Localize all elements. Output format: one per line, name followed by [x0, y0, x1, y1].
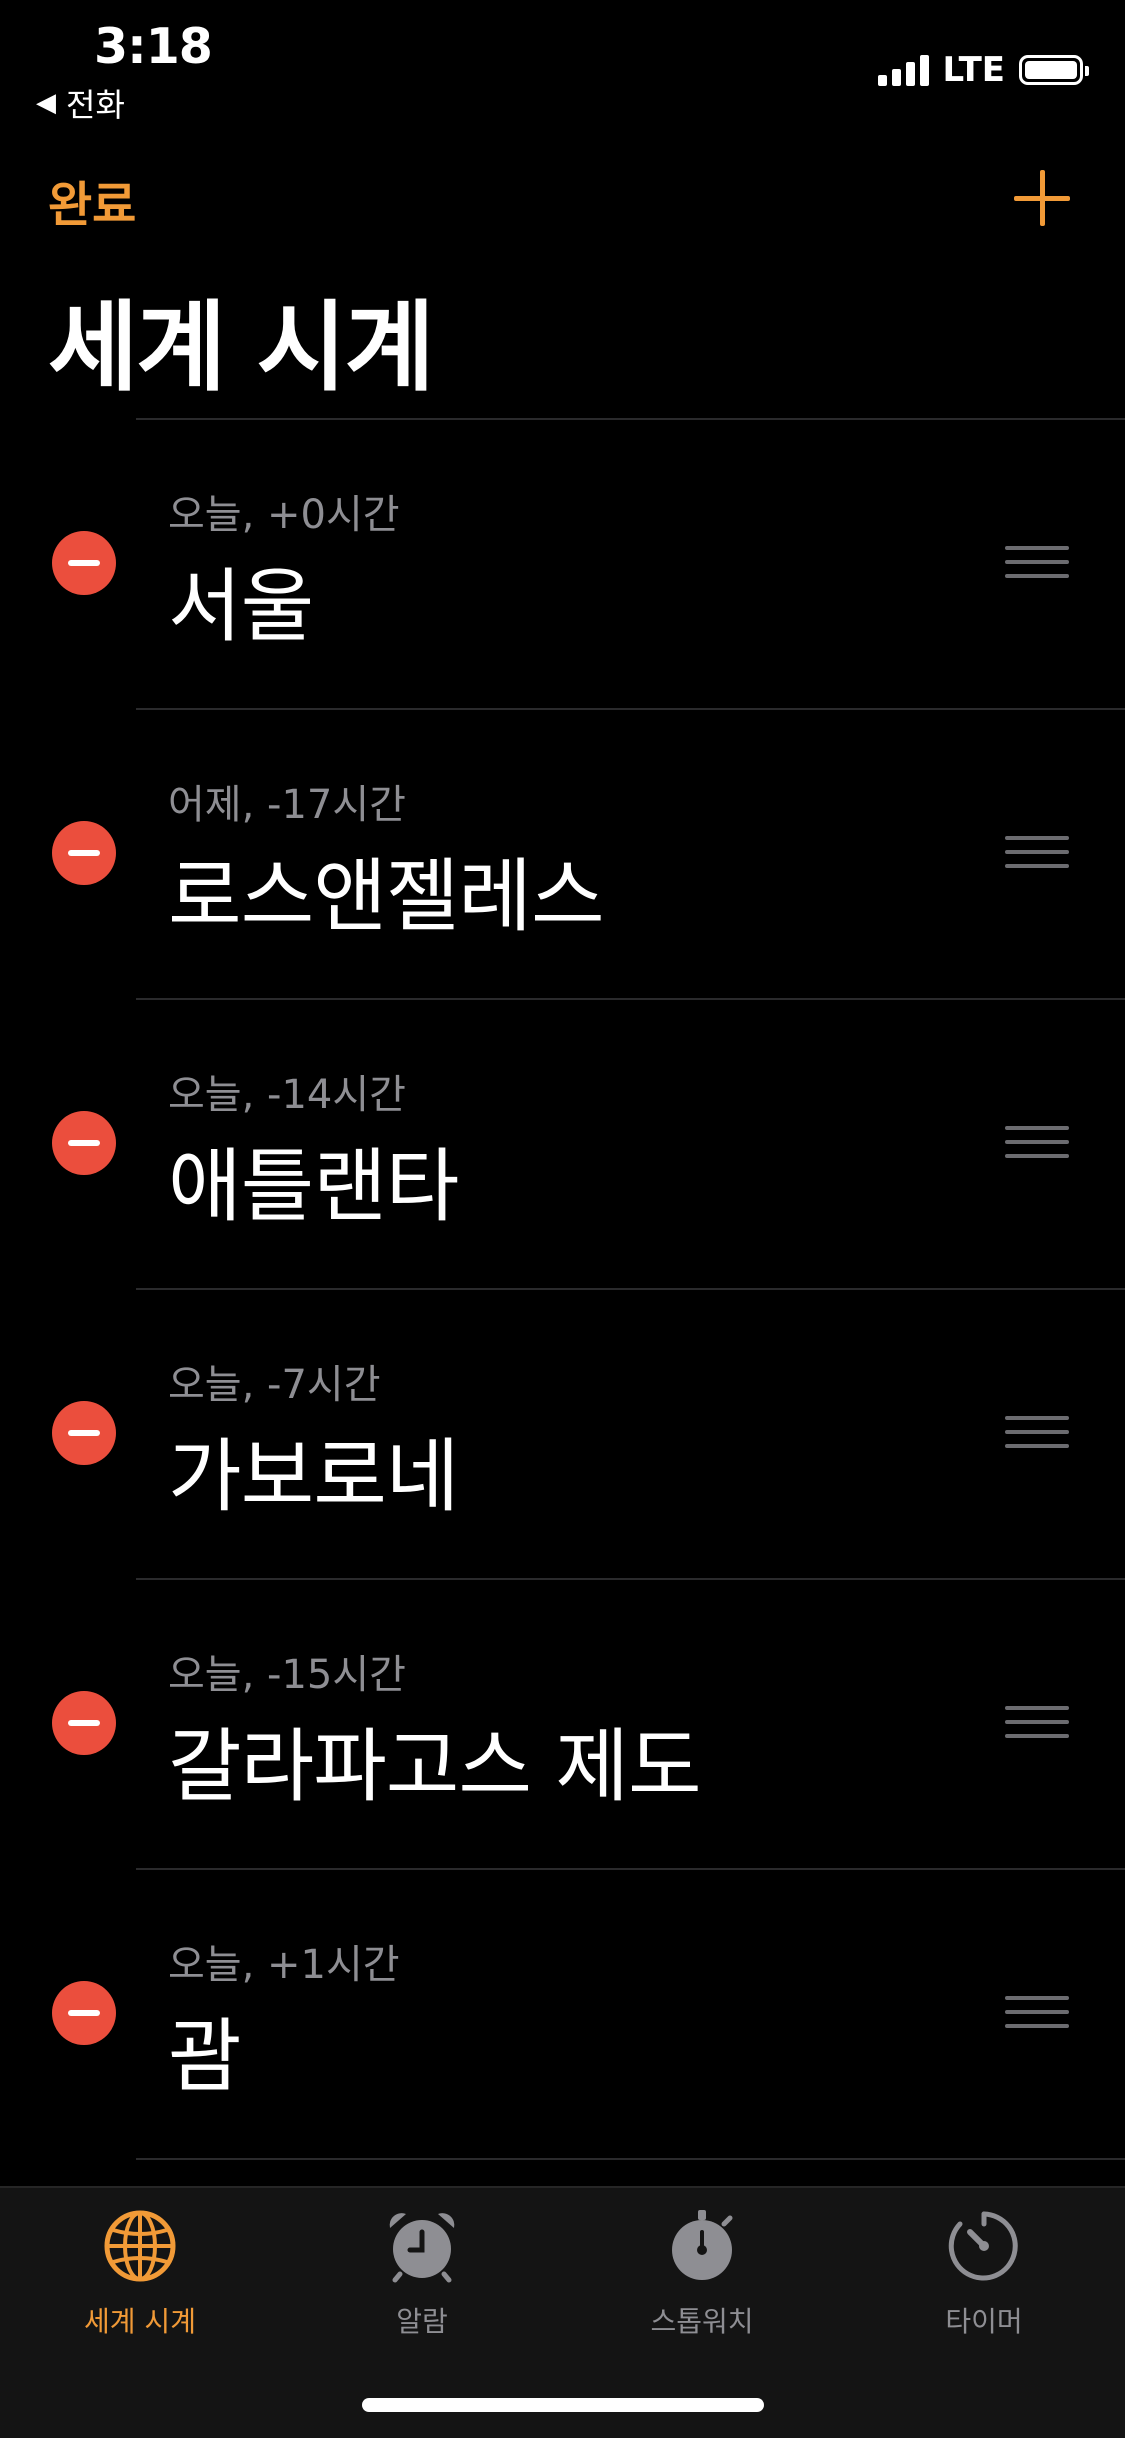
city-name: 가보로네	[168, 1430, 459, 1523]
alarm-clock-icon	[389, 2213, 455, 2283]
city-name: 갈라파고스 제도	[168, 1720, 702, 1813]
reorder-handle-icon[interactable]	[1005, 546, 1069, 578]
delete-minus-icon[interactable]	[52, 1691, 116, 1755]
page-title: 세계 시계	[48, 291, 435, 405]
home-indicator[interactable]	[362, 2398, 764, 2412]
time-offset: 오늘, -14시간	[168, 1072, 406, 1118]
list-item: 오늘, +1시간 괌	[52, 1868, 1125, 2160]
status-indicators: LTE	[877, 50, 1089, 90]
tab-label: 타이머	[945, 2305, 1023, 2338]
network-type: LTE	[942, 50, 1005, 90]
list-item: 어제, -17시간 로스앤젤레스	[52, 708, 1125, 998]
list-item: 오늘, -14시간 애틀랜타	[52, 998, 1125, 1288]
list-item: 오늘, -15시간 갈라파고스 제도	[52, 1578, 1125, 1868]
time-offset: 오늘, -15시간	[168, 1652, 406, 1698]
city-name: 로스앤젤레스	[168, 850, 605, 943]
city-name: 애틀랜타	[168, 1140, 459, 1233]
time-offset: 오늘, +0시간	[168, 492, 400, 538]
delete-minus-icon[interactable]	[52, 1111, 116, 1175]
tab-world-clock[interactable]: 세계 시계	[20, 2208, 260, 2358]
delete-minus-icon[interactable]	[52, 1401, 116, 1465]
reorder-handle-icon[interactable]	[1005, 1126, 1069, 1158]
world-clock-list: 오늘, +0시간 서울 어제, -17시간 로스앤젤레스 오늘, -14시간 애…	[0, 418, 1125, 2160]
tab-timer[interactable]: 타이머	[864, 2208, 1104, 2358]
delete-minus-icon[interactable]	[52, 821, 116, 885]
city-name: 괌	[168, 2010, 242, 2103]
reorder-handle-icon[interactable]	[1005, 1996, 1069, 2028]
tab-stopwatch[interactable]: 스톱워치	[582, 2208, 822, 2358]
delete-minus-icon[interactable]	[52, 531, 116, 595]
reorder-handle-icon[interactable]	[1005, 1416, 1069, 1448]
back-label: 전화	[66, 86, 125, 124]
back-triangle-icon: ◀	[36, 88, 56, 118]
back-to-phone-button[interactable]: ◀ 전화	[36, 80, 125, 126]
tab-label: 알람	[396, 2305, 448, 2338]
city-name: 서울	[168, 560, 314, 653]
time-offset: 오늘, +1시간	[168, 1942, 400, 1988]
time-offset: 오늘, -7시간	[168, 1362, 381, 1408]
status-bar: 3:18 ◀ 전화 LTE	[0, 0, 1125, 130]
timer-icon	[948, 2211, 1018, 2281]
status-time: 3:18	[94, 18, 213, 75]
reorder-handle-icon[interactable]	[1005, 1706, 1069, 1738]
plus-icon[interactable]	[1014, 170, 1070, 226]
cellular-signal-icon	[877, 54, 929, 86]
delete-minus-icon[interactable]	[52, 1981, 116, 2045]
done-button[interactable]: 완료	[48, 165, 136, 235]
tab-label: 스톱워치	[650, 2305, 754, 2338]
time-offset: 어제, -17시간	[168, 782, 406, 828]
battery-icon	[1019, 55, 1089, 85]
tab-alarm[interactable]: 알람	[302, 2208, 542, 2358]
stopwatch-icon	[672, 2210, 733, 2280]
tab-label: 세계 시계	[84, 2305, 196, 2338]
reorder-handle-icon[interactable]	[1005, 836, 1069, 868]
globe-icon	[104, 2210, 176, 2282]
list-item: 오늘, +0시간 서울	[52, 418, 1125, 708]
list-item: 오늘, -7시간 가보로네	[52, 1288, 1125, 1578]
